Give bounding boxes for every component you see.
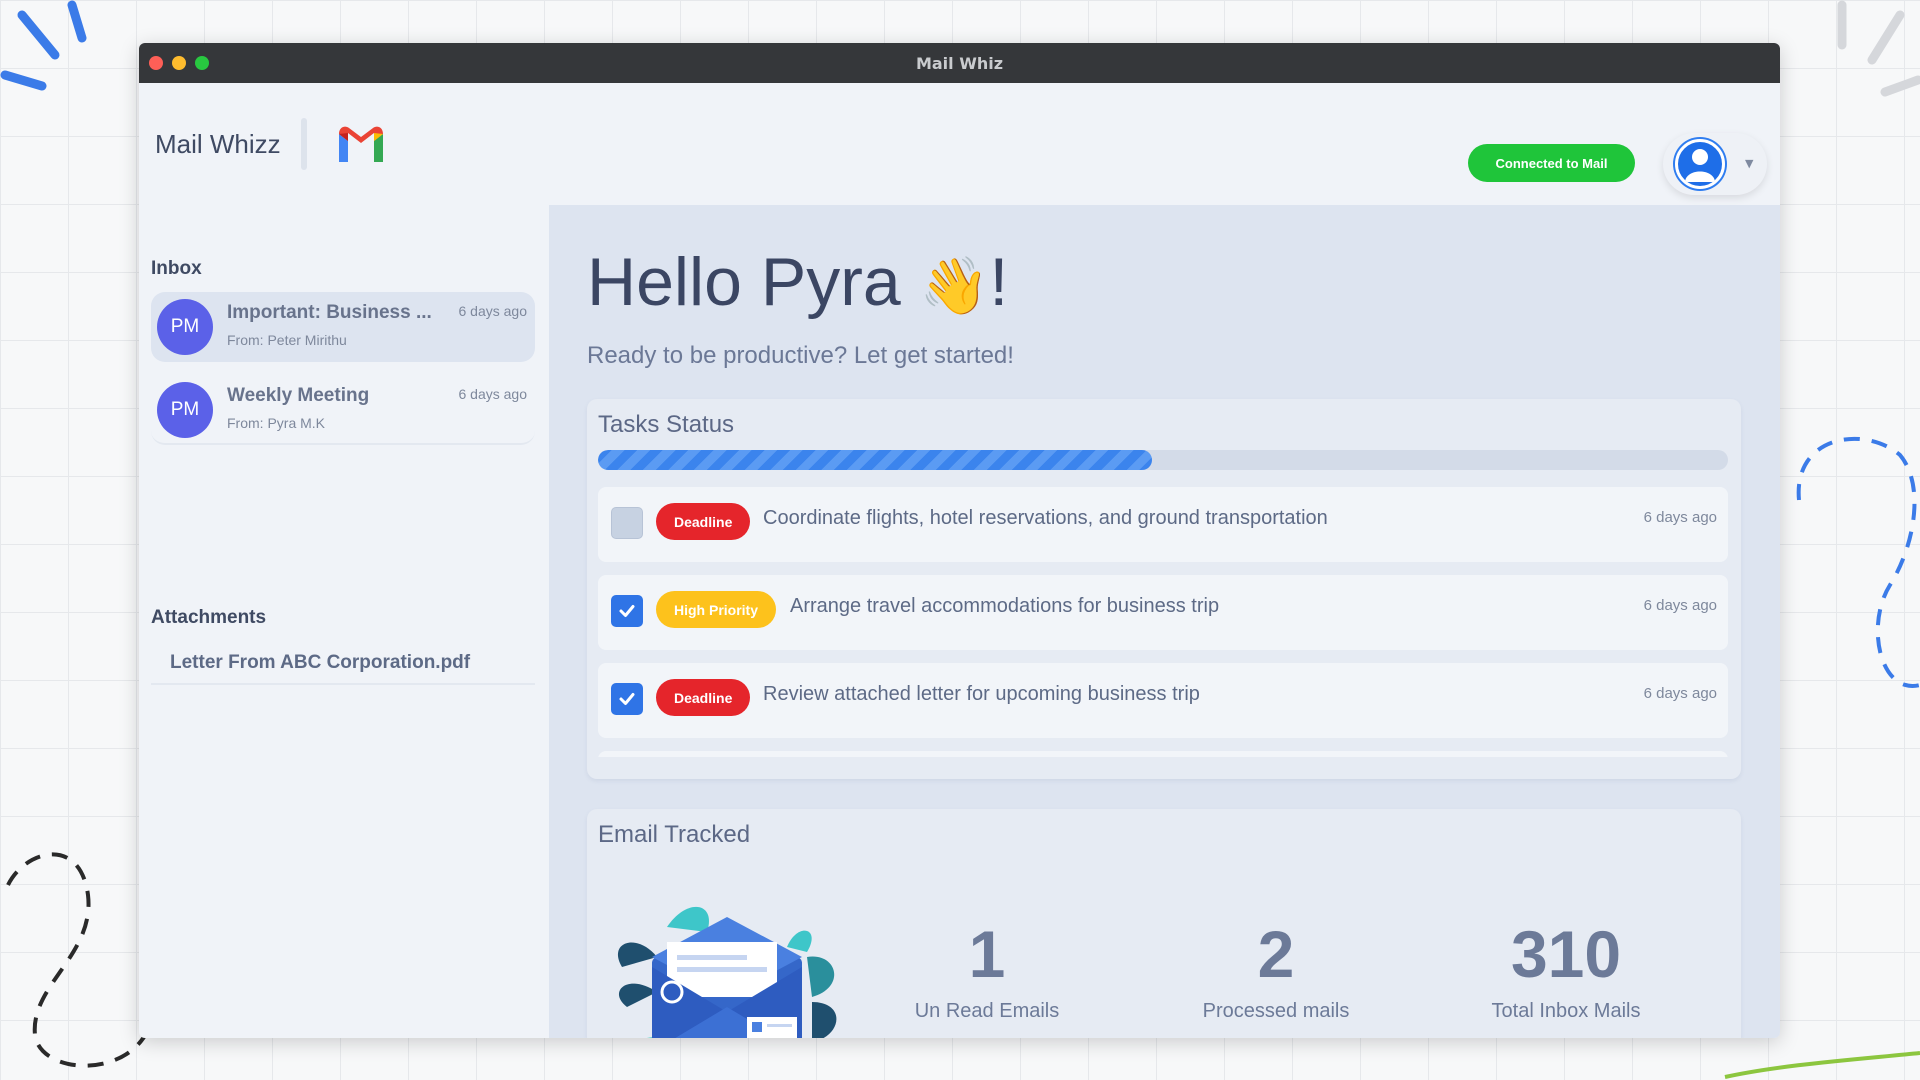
task-text: Arrange travel accommodations for busine… [790, 595, 1220, 617]
sender-avatar: PM [157, 299, 213, 355]
mail-time: 6 days ago [458, 386, 528, 402]
email-tracked-card: Email Tracked 1 Un Read Emails 2 Process… [587, 809, 1741, 1038]
task-time: 6 days ago [1643, 597, 1717, 614]
tasks-status-card: Tasks Status Deadline Coordinate flights… [587, 399, 1741, 779]
total-inbox-mails-stat: 310 Total Inbox Mails [1416, 914, 1716, 1023]
tasks-status-title: Tasks Status [598, 411, 735, 438]
app-header: Mail Whizz Connected to Mail ▼ [139, 83, 1780, 205]
user-menu-button[interactable]: ▼ [1663, 133, 1767, 195]
attachments-title: Attachments [151, 607, 267, 628]
stat-label: Total Inbox Mails [1491, 1000, 1641, 1022]
task-text: Coordinate flights, hotel reservations, … [763, 507, 1328, 529]
connected-to-mail-button[interactable]: Connected to Mail [1468, 144, 1635, 182]
high-priority-badge: High Priority [656, 591, 777, 628]
tasks-progress-fill [598, 450, 1152, 470]
attachment-link[interactable]: Letter From ABC Corporation.pdf [151, 645, 535, 685]
task-list[interactable]: Deadline Coordinate flights, hotel reser… [598, 487, 1728, 757]
inbox-title: Inbox [151, 258, 202, 279]
mail-sender: From: Pyra M.K [227, 415, 326, 431]
mail-subject: Weekly Meeting [227, 385, 370, 406]
user-avatar-icon [1675, 139, 1725, 189]
deadline-badge: Deadline [656, 679, 751, 716]
task-row: Deadline Review attached letter for upco… [598, 663, 1728, 738]
task-text: Review attached letter for upcoming busi… [763, 683, 1200, 705]
window-title: Mail Whiz [915, 53, 1004, 73]
gmail-logo-icon [338, 126, 383, 162]
greeting-text: Hello Pyra [587, 244, 901, 320]
decor-blue-dashes-icon [0, 0, 87, 91]
stat-label: Processed mails [1202, 1000, 1350, 1022]
task-checkbox[interactable] [611, 507, 643, 539]
task-time: 6 days ago [1643, 509, 1717, 526]
stat-value: 310 [1510, 917, 1622, 991]
chevron-down-icon: ▼ [1745, 157, 1754, 170]
deadline-badge: Deadline [656, 503, 751, 540]
task-row: Deadline Coordinate flights, hotel reser… [598, 487, 1728, 562]
tasks-progress-bar [598, 450, 1728, 470]
app-brand: Mail Whizz [155, 128, 281, 159]
mail-subject: Important: Business ... [227, 302, 432, 323]
checkmark-icon [619, 693, 635, 705]
mail-time: 6 days ago [458, 303, 528, 319]
mail-item[interactable]: PM Important: Business ... From: Peter M… [151, 292, 535, 362]
greeting-heading: Hello Pyra 👋! [587, 243, 1008, 321]
task-time: 6 days ago [1643, 685, 1717, 702]
email-tracked-title: Email Tracked [598, 821, 751, 848]
task-checkbox[interactable] [611, 683, 643, 715]
greeting-subtitle: Ready to be productive? Let get started! [587, 342, 1014, 369]
main-content: Hello Pyra 👋! Ready to be productive? Le… [549, 205, 1780, 1038]
stat-label: Un Read Emails [914, 1000, 1060, 1022]
task-row-partial [598, 751, 1728, 757]
decor-blue-dashed-curve-icon [1796, 436, 1920, 688]
decor-grey-dashes-icon [1837, 0, 1920, 97]
stat-value: 1 [968, 917, 1006, 991]
task-checkbox[interactable] [611, 595, 643, 627]
mail-sender: From: Peter Mirithu [227, 332, 347, 348]
stat-value: 2 [1257, 917, 1295, 991]
sender-avatar: PM [157, 382, 213, 438]
title-bar: Mail Whiz [139, 43, 1780, 83]
decor-green-line-icon [1724, 1051, 1920, 1079]
checkmark-icon [619, 605, 635, 617]
envelope-illustration-icon [617, 906, 837, 1038]
unread-emails-stat: 1 Un Read Emails [837, 914, 1137, 1023]
task-row: High Priority Arrange travel accommodati… [598, 575, 1728, 650]
brand-divider [300, 118, 307, 170]
app-window: Mail Whiz Mail Whizz Connected to Mail ▼… [139, 43, 1780, 1038]
waving-hand-icon: 👋 [919, 254, 990, 317]
mail-item[interactable]: PM Weekly Meeting From: Pyra M.K 6 days … [151, 375, 535, 445]
greeting-punctuation: ! [989, 244, 1009, 320]
processed-mails-stat: 2 Processed mails [1126, 914, 1426, 1023]
sidebar: Inbox PM Important: Business ... From: P… [139, 205, 549, 1038]
